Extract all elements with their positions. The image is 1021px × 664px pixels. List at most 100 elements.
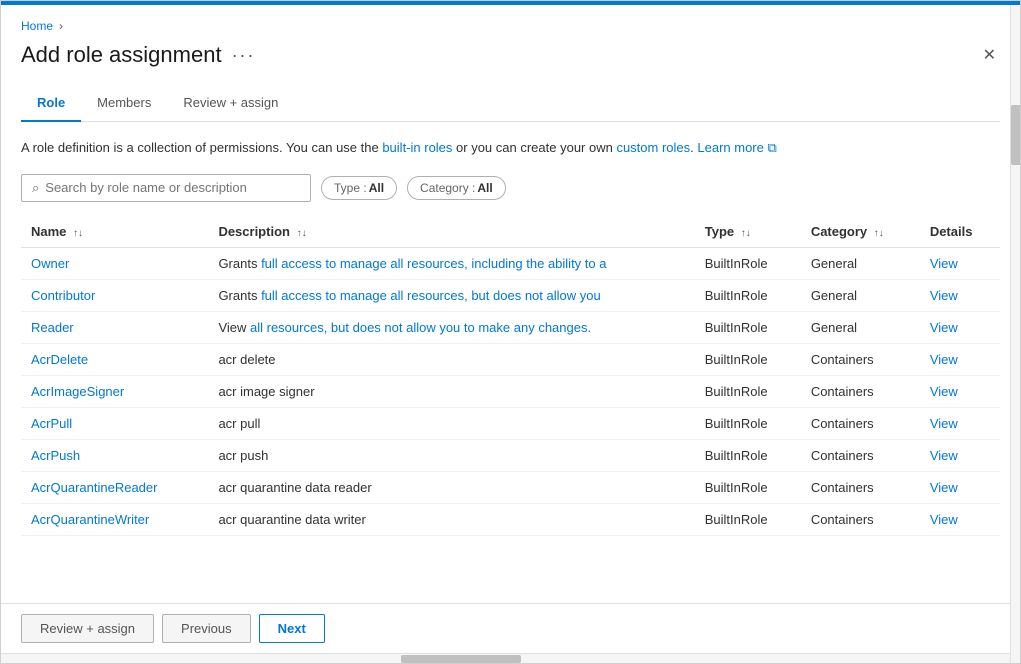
cell-category: Containers (801, 471, 920, 503)
category-sort-icon: ↑↓ (874, 228, 884, 239)
col-category[interactable]: Category ↑↓ (801, 216, 920, 248)
tab-review-assign[interactable]: Review + assign (167, 85, 294, 122)
cell-details[interactable]: View (920, 439, 1000, 471)
cell-category: General (801, 311, 920, 343)
col-name[interactable]: Name ↑↓ (21, 216, 208, 248)
cell-type: BuiltInRole (695, 439, 801, 471)
cell-description: acr delete (208, 343, 694, 375)
page-title: Add role assignment (21, 42, 222, 68)
category-filter-value: All (477, 181, 492, 195)
cell-category: Containers (801, 407, 920, 439)
category-filter[interactable]: Category : All (407, 176, 506, 200)
horizontal-scrollbar-thumb[interactable] (401, 655, 521, 663)
breadcrumb: Home › (21, 19, 1000, 33)
search-box[interactable]: ⌕ (21, 174, 311, 202)
cell-details[interactable]: View (920, 247, 1000, 279)
previous-button[interactable]: Previous (162, 614, 251, 643)
name-sort-icon: ↑↓ (73, 228, 83, 239)
main-content: A role definition is a collection of per… (1, 122, 1020, 603)
built-in-roles-link[interactable]: built-in roles (382, 140, 452, 155)
cell-name: AcrPull (21, 407, 208, 439)
type-filter-label: Type : (334, 181, 367, 195)
col-type[interactable]: Type ↑↓ (695, 216, 801, 248)
breadcrumb-separator: › (59, 19, 63, 33)
vertical-scrollbar[interactable] (1010, 5, 1020, 663)
cell-description: acr quarantine data writer (208, 503, 694, 535)
content-area: Home › Add role assignment ··· ✕ Role Me… (1, 5, 1020, 663)
cell-type: BuiltInRole (695, 343, 801, 375)
table-row[interactable]: AcrImageSigneracr image signerBuiltInRol… (21, 375, 1000, 407)
cell-description: Grants full access to manage all resourc… (208, 279, 694, 311)
cell-description: acr pull (208, 407, 694, 439)
ellipsis-button[interactable]: ··· (232, 45, 256, 66)
search-icon: ⌕ (32, 180, 39, 196)
review-assign-button[interactable]: Review + assign (21, 614, 154, 643)
cell-type: BuiltInRole (695, 471, 801, 503)
cell-name: AcrQuarantineWriter (21, 503, 208, 535)
cell-details[interactable]: View (920, 407, 1000, 439)
cell-type: BuiltInRole (695, 279, 801, 311)
cell-details[interactable]: View (920, 471, 1000, 503)
external-link-icon: ⧉ (767, 140, 776, 155)
col-description[interactable]: Description ↑↓ (208, 216, 694, 248)
table-row[interactable]: AcrDeleteacr deleteBuiltInRoleContainers… (21, 343, 1000, 375)
tab-role[interactable]: Role (21, 85, 81, 122)
horizontal-scrollbar[interactable] (1, 653, 1020, 663)
tab-members[interactable]: Members (81, 85, 167, 122)
next-button[interactable]: Next (259, 614, 325, 643)
type-filter-value: All (369, 181, 384, 195)
cell-name: AcrPush (21, 439, 208, 471)
cell-description: View all resources, but does not allow y… (208, 311, 694, 343)
table-row[interactable]: AcrPushacr pushBuiltInRoleContainersView (21, 439, 1000, 471)
cell-description: acr image signer (208, 375, 694, 407)
cell-category: General (801, 247, 920, 279)
table-row[interactable]: AcrQuarantineReaderacr quarantine data r… (21, 471, 1000, 503)
title-row: Add role assignment ··· ✕ (21, 41, 1000, 69)
cell-type: BuiltInRole (695, 503, 801, 535)
cell-type: BuiltInRole (695, 375, 801, 407)
cell-description: Grants full access to manage all resourc… (208, 247, 694, 279)
category-filter-label: Category : (420, 181, 475, 195)
col-details: Details (920, 216, 1000, 248)
table-row[interactable]: OwnerGrants full access to manage all re… (21, 247, 1000, 279)
cell-description: acr quarantine data reader (208, 471, 694, 503)
close-button[interactable]: ✕ (979, 41, 1000, 69)
table-row[interactable]: ContributorGrants full access to manage … (21, 279, 1000, 311)
cell-name: AcrDelete (21, 343, 208, 375)
table-row[interactable]: AcrQuarantineWriteracr quarantine data w… (21, 503, 1000, 535)
cell-details[interactable]: View (920, 279, 1000, 311)
vertical-scrollbar-thumb[interactable] (1011, 105, 1021, 165)
roles-table: Name ↑↓ Description ↑↓ Type ↑↓ Categor (21, 216, 1000, 536)
cell-category: Containers (801, 343, 920, 375)
cell-type: BuiltInRole (695, 311, 801, 343)
filters-row: ⌕ Type : All Category : All (21, 174, 1000, 202)
cell-category: Containers (801, 503, 920, 535)
table-body: OwnerGrants full access to manage all re… (21, 247, 1000, 535)
cell-name: Reader (21, 311, 208, 343)
cell-name: Contributor (21, 279, 208, 311)
cell-name: AcrImageSigner (21, 375, 208, 407)
cell-details[interactable]: View (920, 311, 1000, 343)
search-input[interactable] (45, 180, 300, 195)
cell-type: BuiltInRole (695, 247, 801, 279)
cell-details[interactable]: View (920, 375, 1000, 407)
custom-roles-link[interactable]: custom roles (616, 140, 690, 155)
bottom-bar: Review + assign Previous Next (1, 603, 1020, 653)
table-row[interactable]: ReaderView all resources, but does not a… (21, 311, 1000, 343)
cell-details[interactable]: View (920, 343, 1000, 375)
cell-name: Owner (21, 247, 208, 279)
cell-category: Containers (801, 439, 920, 471)
info-text: A role definition is a collection of per… (21, 138, 1000, 158)
table-header: Name ↑↓ Description ↑↓ Type ↑↓ Categor (21, 216, 1000, 248)
header-section: Home › Add role assignment ··· ✕ Role Me… (1, 5, 1020, 122)
cell-description: acr push (208, 439, 694, 471)
breadcrumb-home[interactable]: Home (21, 19, 53, 33)
cell-details[interactable]: View (920, 503, 1000, 535)
desc-sort-icon: ↑↓ (297, 228, 307, 239)
type-filter[interactable]: Type : All (321, 176, 397, 200)
learn-more-link[interactable]: Learn more ⧉ (697, 140, 776, 155)
table-row[interactable]: AcrPullacr pullBuiltInRoleContainersView (21, 407, 1000, 439)
tabs-container: Role Members Review + assign (21, 85, 1000, 122)
main-window: Home › Add role assignment ··· ✕ Role Me… (0, 0, 1021, 664)
cell-category: General (801, 279, 920, 311)
